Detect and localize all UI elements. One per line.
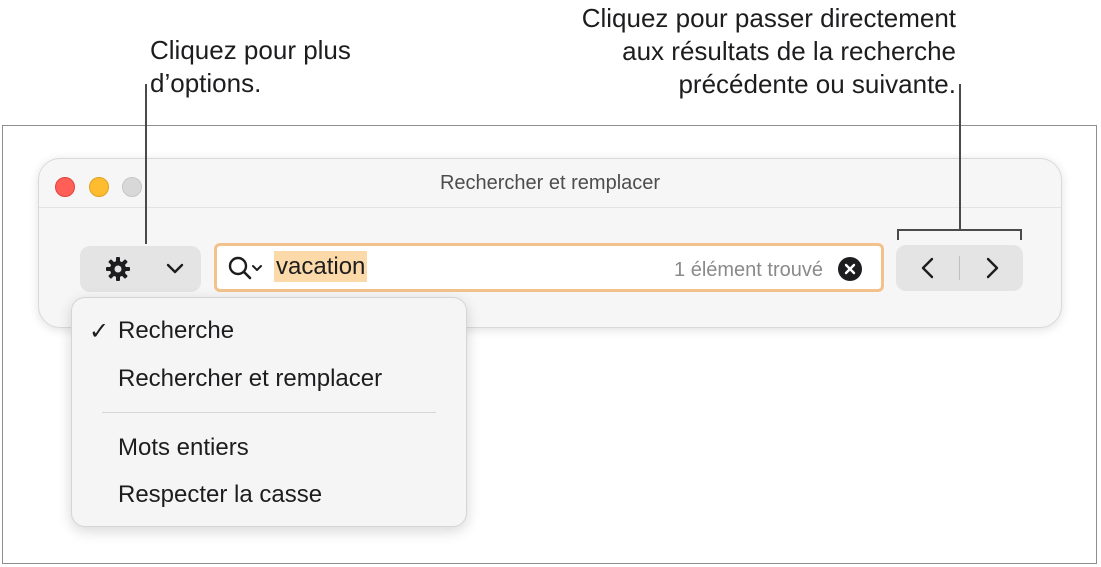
callout-more-options: Cliquez pour plus d’options.	[150, 34, 410, 100]
menu-item-label: Respecter la casse	[118, 481, 323, 508]
callout-leader-line	[959, 84, 961, 230]
callout-bracket	[897, 229, 899, 240]
result-count: 1 élément trouvé	[674, 259, 823, 281]
clear-circle-icon	[844, 263, 856, 275]
window-title: Rechercher et remplacer	[439, 172, 661, 194]
search-field[interactable]: vacation 1 élément trouvé	[214, 243, 884, 292]
callout-bracket	[897, 229, 1022, 231]
result-navigation	[896, 245, 1023, 291]
callout-leader-line	[145, 84, 147, 244]
menu-separator	[102, 412, 436, 413]
menu-item-label: Mots entiers	[118, 434, 249, 461]
callout-text-line: précédente ou suivante.	[678, 69, 956, 99]
gear-icon	[106, 257, 130, 281]
next-result-button[interactable]	[960, 245, 1023, 291]
chevron-down-icon	[166, 263, 184, 274]
previous-result-button[interactable]	[896, 245, 959, 291]
chevron-right-icon	[986, 257, 999, 279]
callout-text-line: Cliquez pour plus	[150, 35, 351, 65]
callout-text-line: aux résultats de la recherche	[622, 36, 956, 66]
menu-item-recherche[interactable]: ✓ Recherche	[72, 312, 466, 352]
menu-item-mots-entiers[interactable]: Mots entiers	[72, 429, 466, 469]
title-bar: Rechercher et remplacer	[39, 159, 1061, 208]
magnifying-glass-icon[interactable]	[228, 256, 266, 282]
checkmark-icon: ✓	[89, 318, 110, 345]
search-options-button[interactable]	[80, 246, 201, 292]
callout-bracket	[1020, 229, 1022, 240]
callout-text-line: d’options.	[150, 68, 262, 98]
callout-navigation: Cliquez pour passer directement aux résu…	[476, 2, 956, 101]
search-input-value[interactable]: vacation	[274, 251, 368, 282]
menu-item-respecter-la-casse[interactable]: Respecter la casse	[72, 476, 466, 516]
search-options-menu: ✓ Recherche Rechercher et remplacer Mots…	[71, 297, 467, 527]
clear-search-button[interactable]	[838, 257, 862, 281]
menu-item-rechercher-et-remplacer[interactable]: Rechercher et remplacer	[72, 360, 466, 400]
callout-text-line: Cliquez pour passer directement	[581, 3, 956, 33]
menu-item-label: Recherche	[118, 317, 235, 344]
menu-item-label: Rechercher et remplacer	[118, 365, 383, 392]
chevron-left-icon	[921, 257, 934, 279]
